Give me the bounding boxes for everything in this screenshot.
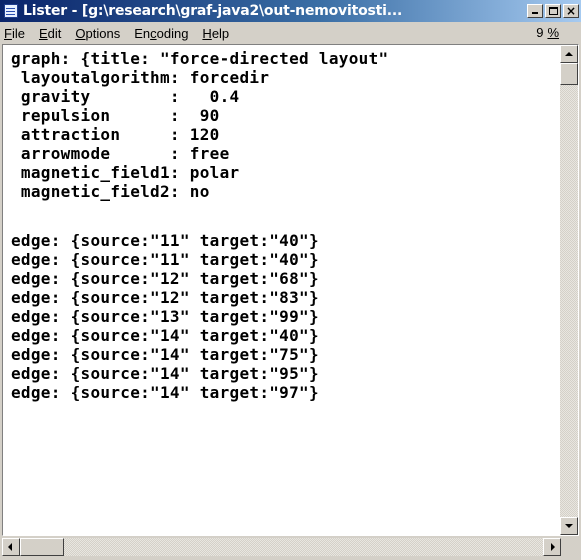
text-line: magnetic_field2: no bbox=[11, 182, 210, 201]
scroll-left-button[interactable] bbox=[2, 538, 20, 556]
menu-edit[interactable]: Edit bbox=[32, 26, 68, 41]
menu-file[interactable]: File bbox=[0, 26, 32, 41]
lister-window: Lister - [g:\research\graf-java2\out-nem… bbox=[0, 0, 581, 560]
percent-indicator: 9% bbox=[536, 23, 559, 43]
text-line: gravity : 0.4 bbox=[11, 87, 240, 106]
arrow-up-icon bbox=[565, 52, 573, 56]
close-button[interactable]: × bbox=[563, 4, 579, 18]
arrow-down-icon bbox=[565, 524, 573, 528]
menu-encoding[interactable]: Encoding bbox=[127, 26, 195, 41]
text-line: edge: {source:"14" target:"75"} bbox=[11, 345, 319, 364]
percent-symbol: % bbox=[547, 25, 559, 40]
text-line: edge: {source:"14" target:"95"} bbox=[11, 364, 319, 383]
content-panel: graph: {title: "force-directed layout" l… bbox=[2, 44, 579, 536]
text-line: edge: {source:"14" target:"97"} bbox=[11, 383, 319, 402]
title-bar[interactable]: Lister - [g:\research\graf-java2\out-nem… bbox=[0, 0, 581, 22]
text-line: edge: {source:"12" target:"83"} bbox=[11, 288, 319, 307]
horizontal-scroll-thumb[interactable] bbox=[20, 538, 64, 556]
percent-value: 9 bbox=[536, 25, 545, 40]
text-line: edge: {source:"11" target:"40"} bbox=[11, 250, 319, 269]
text-line: edge: {source:"14" target:"40"} bbox=[11, 326, 319, 345]
vertical-scroll-thumb[interactable] bbox=[560, 63, 578, 85]
menu-options[interactable]: Options bbox=[68, 26, 127, 41]
text-line: arrowmode : free bbox=[11, 144, 230, 163]
scroll-up-button[interactable] bbox=[560, 45, 578, 63]
scroll-down-button[interactable] bbox=[560, 517, 578, 535]
close-icon: × bbox=[565, 4, 577, 18]
text-line: magnetic_field1: polar bbox=[11, 163, 240, 182]
text-line: edge: {source:"11" target:"40"} bbox=[11, 231, 319, 250]
arrow-right-icon bbox=[551, 543, 555, 551]
text-line: graph: {title: "force-directed layout" bbox=[11, 49, 389, 68]
text-line: edge: {source:"13" target:"99"} bbox=[11, 307, 319, 326]
file-text-view[interactable]: graph: {title: "force-directed layout" l… bbox=[3, 45, 560, 535]
arrow-left-icon bbox=[8, 543, 12, 551]
maximize-button[interactable] bbox=[545, 4, 561, 18]
size-grip[interactable] bbox=[561, 538, 579, 556]
text-line: edge: {source:"12" target:"68"} bbox=[11, 269, 319, 288]
lister-document-icon bbox=[2, 3, 20, 19]
window-title: Lister - [g:\research\graf-java2\out-nem… bbox=[23, 3, 403, 19]
text-line: repulsion : 90 bbox=[11, 106, 220, 125]
text-line: attraction : 120 bbox=[11, 125, 220, 144]
minimize-button[interactable] bbox=[527, 4, 543, 18]
scroll-right-button[interactable] bbox=[543, 538, 561, 556]
text-line: layoutalgorithm: forcedir bbox=[11, 68, 270, 87]
horizontal-scrollbar[interactable] bbox=[2, 538, 561, 556]
menu-bar: File Edit Options Encoding Help 9% bbox=[0, 23, 581, 43]
vertical-scrollbar[interactable] bbox=[560, 45, 578, 535]
menu-help[interactable]: Help bbox=[195, 26, 236, 41]
